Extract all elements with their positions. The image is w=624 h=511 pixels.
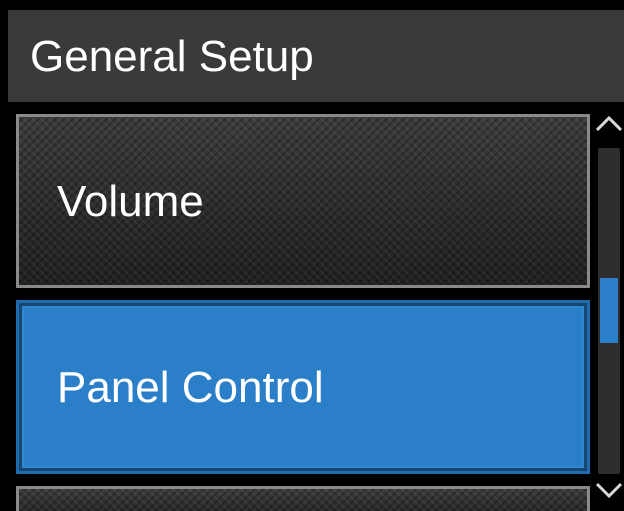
chevron-up-icon[interactable] (594, 112, 624, 134)
menu-item-panel-control[interactable]: Panel Control (16, 300, 590, 474)
title-bar: General Setup (8, 10, 624, 102)
menu-item-next[interactable] (16, 486, 590, 511)
screen-title: General Setup (30, 32, 314, 81)
menu-item-label: Panel Control (57, 363, 324, 412)
scrollbar-thumb[interactable] (600, 278, 618, 343)
scrollbar-track[interactable] (598, 148, 620, 474)
menu-item-label: Volume (57, 177, 204, 226)
menu-item-volume[interactable]: Volume (16, 114, 590, 288)
lcd-screen: General Setup Volume Panel Control (0, 0, 624, 511)
chevron-down-icon[interactable] (594, 480, 624, 502)
